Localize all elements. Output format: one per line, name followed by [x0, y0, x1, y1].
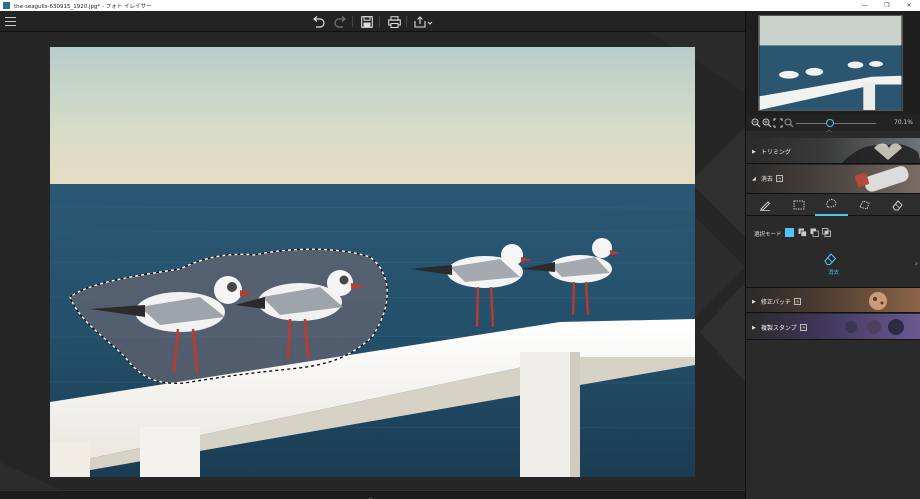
- photo-canvas[interactable]: [50, 47, 695, 477]
- chevron-up-icon[interactable]: ︿: [367, 492, 374, 499]
- expand-triangle-icon: ▶: [752, 298, 756, 305]
- toolbar-separator: [406, 16, 407, 27]
- magic-select-tool[interactable]: [848, 194, 881, 216]
- erase-icon: [824, 253, 837, 266]
- redo-icon: [333, 15, 346, 28]
- chevron-up-icon[interactable]: ︿: [826, 125, 832, 134]
- section-repair-patch[interactable]: ▶ 修正パッチ ◔: [746, 287, 920, 313]
- maximize-button[interactable]: ❐: [876, 0, 898, 11]
- actual-size-icon[interactable]: [784, 118, 794, 128]
- expand-triangle-icon: ▶: [752, 324, 756, 331]
- zoom-controls: 70.1%: [746, 115, 920, 131]
- erase-action-button[interactable]: 消去: [746, 247, 920, 283]
- title-bar: the-seagulls-630915_1920.jpg* - フォト イレイサ…: [0, 0, 920, 11]
- right-panel: 70.1% ︿ ▶ トリミング ◢ 消去 ◔ 選択モード 消去 ▶ 修正パッチ …: [745, 11, 920, 499]
- section-label: 複製スタンプ: [760, 325, 797, 332]
- lasso-tool[interactable]: [815, 194, 848, 216]
- selection-mode-label: 選択モード: [754, 232, 782, 238]
- fit-to-window-icon[interactable]: [773, 118, 783, 128]
- brush-tool[interactable]: [748, 194, 781, 216]
- info-badge-icon[interactable]: ◔: [775, 175, 783, 182]
- toolbar-separator: [352, 16, 353, 27]
- polygon-lasso-icon: [859, 200, 870, 210]
- print-button[interactable]: [386, 14, 402, 29]
- navigator-thumbnail[interactable]: [758, 15, 903, 111]
- selection-mode-row: 選択モード: [746, 225, 920, 241]
- mode-new-icon[interactable]: [785, 228, 794, 237]
- zoom-out-icon[interactable]: [751, 118, 761, 128]
- app-icon: [3, 2, 10, 9]
- section-trimming[interactable]: ▶ トリミング: [746, 138, 920, 164]
- minimize-button[interactable]: —: [854, 0, 876, 11]
- expand-triangle-icon: ▶: [752, 148, 756, 155]
- navigator: [746, 11, 920, 115]
- redo-button[interactable]: [332, 14, 348, 29]
- rectangle-select-tool[interactable]: [782, 194, 815, 216]
- section-label: トリミング: [760, 149, 791, 156]
- canvas-bottom-bar: ︿: [0, 490, 745, 499]
- mode-intersect-icon[interactable]: [822, 228, 831, 237]
- undo-icon: [312, 15, 325, 28]
- toolbar-separator: [379, 16, 380, 27]
- window-title: the-seagulls-630915_1920.jpg* - フォト イレイサ…: [14, 3, 152, 10]
- section-label: 修正パッチ: [760, 299, 791, 306]
- info-badge-icon[interactable]: ◔: [799, 324, 807, 331]
- section-erase[interactable]: ◢ 消去 ◔: [746, 165, 920, 194]
- share-button[interactable]: [413, 14, 435, 29]
- share-icon: [414, 15, 433, 28]
- toolbar: [0, 11, 745, 32]
- save-button[interactable]: [359, 14, 375, 29]
- zoom-value: 70.1%: [893, 119, 913, 126]
- mode-add-icon[interactable]: [798, 228, 807, 237]
- close-button[interactable]: ✕: [898, 0, 920, 11]
- window-controls: — ❐ ✕: [854, 0, 920, 11]
- zoom-in-icon[interactable]: [762, 118, 772, 128]
- chevron-right-icon[interactable]: ›: [915, 259, 918, 268]
- info-badge-icon[interactable]: ◔: [793, 298, 801, 305]
- brush-icon: [759, 201, 770, 211]
- section-label: 消去: [760, 176, 773, 183]
- mode-subtract-icon[interactable]: [810, 228, 819, 237]
- lasso-icon: [826, 198, 837, 208]
- rectangle-select-icon: [793, 200, 804, 210]
- erase-action-label: 消去: [827, 270, 839, 276]
- section-clone-stamp[interactable]: ▶ 複製スタンプ ◔: [746, 314, 920, 340]
- print-icon: [387, 15, 401, 28]
- zoom-slider-track[interactable]: [796, 123, 876, 124]
- undo-button[interactable]: [310, 14, 326, 29]
- save-icon: [361, 15, 373, 28]
- erase-tool-bar: [746, 194, 920, 216]
- eraser-tool[interactable]: [881, 194, 914, 216]
- hamburger-menu-icon[interactable]: [5, 17, 16, 26]
- collapse-triangle-icon: ◢: [752, 175, 756, 182]
- canvas-area[interactable]: [0, 32, 745, 490]
- eraser-icon: [892, 200, 903, 211]
